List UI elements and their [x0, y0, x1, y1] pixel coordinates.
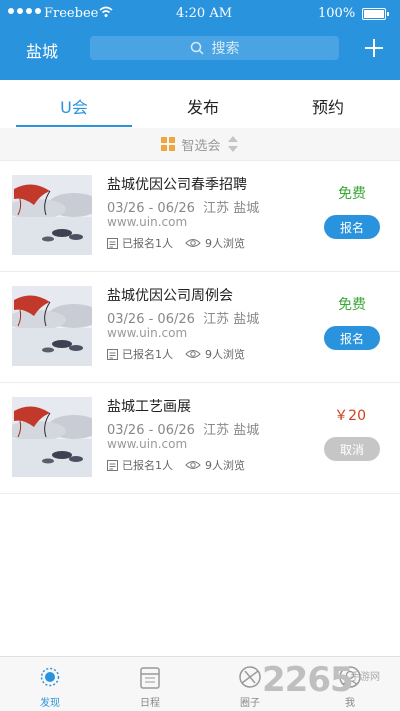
signal-icon — [8, 8, 41, 14]
event-price: 免费 — [338, 186, 366, 202]
event-stats: 已报名1人 9人浏览 — [107, 457, 257, 473]
status-bar: Freebee 4:20 AM 100% — [0, 0, 400, 28]
event-item[interactable]: 盐城工艺画展 03/26 - 06/26 江苏 盐城 www.uin.com 已… — [0, 383, 400, 494]
tab-u-hui[interactable]: U会 — [14, 94, 134, 118]
nav-label: 发现 — [40, 698, 60, 709]
enrolled-count: 已报名1人 — [122, 237, 173, 250]
event-price: 免费 — [338, 297, 366, 313]
event-price: ￥20 — [334, 408, 366, 424]
eye-icon — [185, 350, 201, 358]
event-thumbnail — [12, 397, 92, 477]
search-input[interactable]: 搜索 — [90, 36, 339, 60]
event-title: 盐城工艺画展 — [107, 399, 191, 415]
nav-calendar[interactable]: 日程 — [100, 657, 200, 711]
smart-filter[interactable]: 智选会 — [0, 128, 400, 161]
filter-label: 智选会 — [181, 138, 221, 154]
view-count: 9人浏览 — [205, 237, 245, 250]
search-placeholder: 搜索 — [211, 41, 240, 57]
sort-icon — [227, 136, 238, 152]
event-item[interactable]: 盐城优因公司周例会 03/26 - 06/26 江苏 盐城 www.uin.co… — [0, 272, 400, 383]
nav-label: 日程 — [140, 698, 160, 709]
event-action-button[interactable]: 报名 — [324, 215, 380, 239]
event-action-button[interactable]: 报名 — [324, 326, 380, 350]
event-thumbnail — [12, 175, 92, 255]
tab-publish[interactable]: 发布 — [143, 94, 263, 118]
active-tab-indicator — [16, 125, 132, 127]
event-location: 江苏 盐城 — [203, 423, 260, 438]
battery-percent: 100% — [318, 6, 356, 21]
clock: 4:20 AM — [176, 6, 233, 21]
enrolled-icon — [107, 348, 118, 360]
event-stats: 已报名1人 9人浏览 — [107, 235, 257, 251]
watermark-sub: 手游网 — [350, 672, 380, 683]
carrier-name: Freebee — [44, 6, 99, 21]
search-icon — [190, 41, 204, 55]
battery-icon — [362, 8, 389, 20]
event-title: 盐城优因公司春季招聘 — [107, 177, 247, 193]
event-location: 江苏 盐城 — [203, 312, 260, 327]
watermark: 2265 — [262, 660, 354, 700]
view-count: 9人浏览 — [205, 348, 245, 361]
discover-icon — [40, 667, 60, 687]
enrolled-icon — [107, 237, 118, 249]
calendar-icon — [140, 667, 160, 689]
tab-bar: U会 发布 预约 — [0, 80, 400, 129]
enrolled-icon — [107, 459, 118, 471]
tab-reservation[interactable]: 预约 — [268, 94, 388, 118]
nav-discover[interactable]: 发现 — [0, 657, 100, 711]
wifi-icon — [99, 6, 113, 17]
event-dates: 03/26 - 06/26 江苏 盐城 — [107, 423, 260, 438]
eye-icon — [185, 461, 201, 469]
event-dates: 03/26 - 06/26 江苏 盐城 — [107, 201, 260, 216]
enrolled-count: 已报名1人 — [122, 459, 173, 472]
event-website: www.uin.com — [107, 437, 188, 451]
event-website: www.uin.com — [107, 326, 188, 340]
add-button[interactable] — [362, 36, 386, 60]
circle-icon — [239, 666, 261, 688]
event-dates: 03/26 - 06/26 江苏 盐城 — [107, 312, 260, 327]
enrolled-count: 已报名1人 — [122, 348, 173, 361]
event-item[interactable]: 盐城优因公司春季招聘 03/26 - 06/26 江苏 盐城 www.uin.c… — [0, 161, 400, 272]
event-stats: 已报名1人 9人浏览 — [107, 346, 257, 362]
header-bar: Freebee 4:20 AM 100% 盐城 搜索 — [0, 0, 400, 80]
grid-icon — [161, 137, 176, 151]
eye-icon — [185, 239, 201, 247]
city-selector[interactable]: 盐城 — [26, 38, 58, 62]
event-thumbnail — [12, 286, 92, 366]
event-location: 江苏 盐城 — [203, 201, 260, 216]
view-count: 9人浏览 — [205, 459, 245, 472]
event-website: www.uin.com — [107, 215, 188, 229]
event-action-button[interactable]: 取消 — [324, 437, 380, 461]
event-title: 盐城优因公司周例会 — [107, 288, 233, 304]
